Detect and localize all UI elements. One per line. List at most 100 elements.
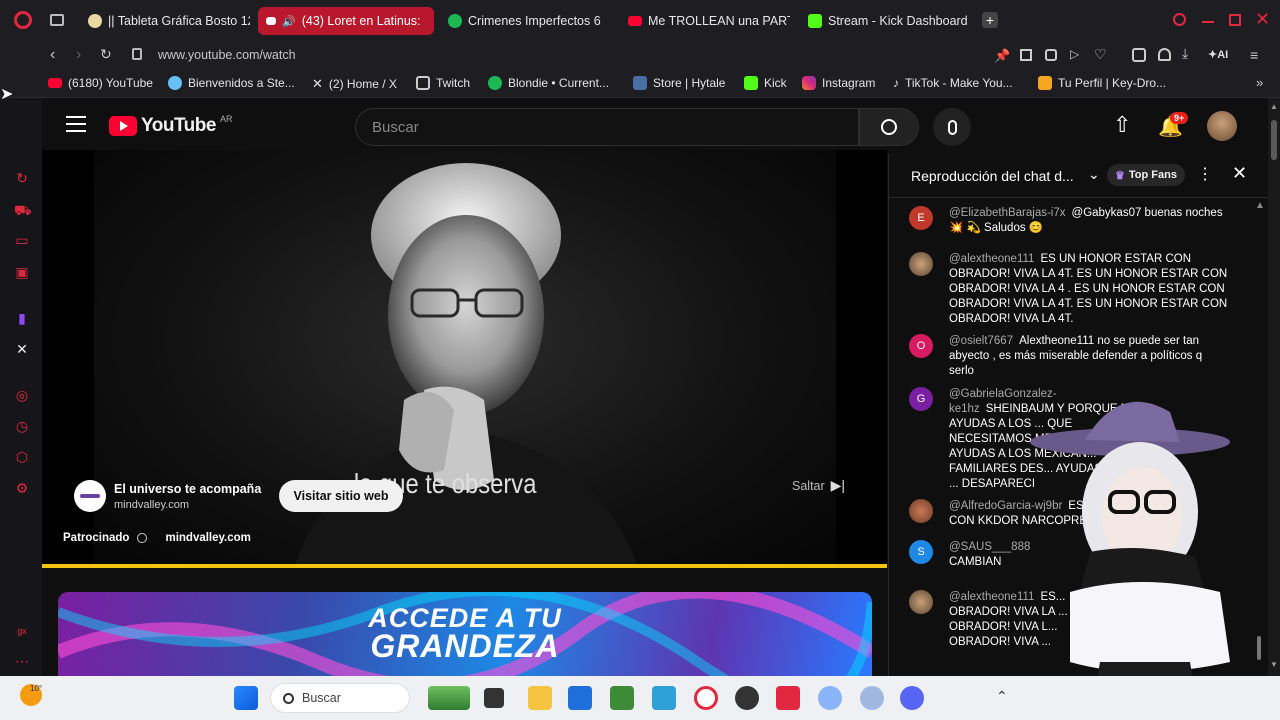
- bookmark-steam[interactable]: Bienvenidos a Ste...: [168, 76, 295, 90]
- chat-author[interactable]: @alextheone111: [949, 253, 1034, 265]
- tv-icon[interactable]: ▭: [14, 232, 30, 248]
- workspaces-icon[interactable]: [50, 14, 64, 26]
- bookmark-keydrop[interactable]: Tu Perfil | Key-Dro...: [1038, 76, 1166, 90]
- avatar[interactable]: S: [909, 540, 933, 564]
- url-field[interactable]: www.youtube.com/watch: [158, 48, 296, 62]
- top-fans-badge[interactable]: ♛ Top Fans: [1107, 164, 1185, 186]
- chevron-down-icon[interactable]: ⌄: [1088, 166, 1100, 183]
- search-tabs-icon[interactable]: [1173, 13, 1186, 26]
- chat-scroll-up-icon[interactable]: ▲: [1255, 200, 1265, 211]
- avatar[interactable]: [909, 590, 933, 614]
- bookmark-kick[interactable]: Kick: [744, 76, 787, 90]
- app-icon[interactable]: [860, 686, 884, 710]
- refresh-icon[interactable]: ↻: [14, 170, 30, 186]
- avatar[interactable]: [909, 252, 933, 276]
- pin-icon[interactable]: 📌: [994, 48, 1010, 64]
- visit-site-button[interactable]: Visitar sitio web: [279, 480, 403, 512]
- play-icon[interactable]: ◎: [14, 387, 30, 403]
- video-player[interactable]: ...la que te observa El universo te acom…: [42, 150, 887, 568]
- adblock-icon[interactable]: [1045, 49, 1057, 61]
- tiktok-app-icon[interactable]: [776, 686, 800, 710]
- chat-author[interactable]: @ElizabethBarajas-i7x: [949, 207, 1066, 219]
- info-icon[interactable]: [137, 533, 148, 543]
- close-chat-icon[interactable]: ✕: [1232, 163, 1247, 184]
- notifications-button[interactable]: 🔔 9+: [1158, 112, 1189, 139]
- avatar[interactable]: [909, 499, 933, 523]
- photos-icon[interactable]: [652, 686, 676, 710]
- back-icon[interactable]: ‹: [50, 46, 55, 64]
- windows-start-icon[interactable]: [234, 686, 258, 710]
- search-input[interactable]: Buscar: [355, 108, 859, 146]
- tab-crimenes[interactable]: Crimenes Imperfectos 6: [440, 7, 610, 35]
- bookmark-instagram[interactable]: Instagram: [802, 76, 875, 90]
- reload-icon[interactable]: ↻: [100, 46, 112, 63]
- opera-logo-icon[interactable]: [14, 11, 32, 29]
- skip-ad-button[interactable]: Saltar ▶|: [792, 477, 845, 494]
- opera-gx-icon[interactable]: [694, 686, 718, 710]
- heart-icon[interactable]: ♡: [1094, 46, 1107, 63]
- bookmark-blondie[interactable]: Blondie • Current...: [488, 76, 609, 90]
- easy-setup-icon[interactable]: ≡: [1250, 47, 1258, 63]
- bookmark-tiktok[interactable]: ♪ TikTok - Make You...: [893, 76, 1013, 90]
- voice-search-button[interactable]: [933, 108, 971, 146]
- extensions-icon[interactable]: [1132, 48, 1146, 62]
- chat-author[interactable]: @SAUS___888: [949, 541, 1030, 553]
- scroll-up-icon[interactable]: ▲: [1270, 102, 1278, 111]
- avatar[interactable]: E: [909, 206, 933, 230]
- x-icon[interactable]: ✕: [14, 341, 30, 357]
- more-icon[interactable]: ⋯: [14, 653, 30, 669]
- account-avatar[interactable]: [1207, 111, 1237, 141]
- tab-loret-latinus[interactable]: 🔊 (43) Loret en Latinus:: [258, 7, 434, 35]
- bookmark-twitch[interactable]: Twitch: [416, 76, 470, 90]
- task-view-icon[interactable]: [484, 688, 504, 708]
- chat-author[interactable]: @alextheone111: [949, 591, 1034, 603]
- snapshot-icon[interactable]: [1020, 49, 1032, 61]
- close-window-icon[interactable]: ✕: [1255, 9, 1270, 30]
- bookmark-youtube[interactable]: (6180) YouTube: [48, 76, 153, 90]
- sponsored-domain[interactable]: mindvalley.com: [165, 532, 250, 544]
- aria-ai-button[interactable]: ✦AI: [1208, 48, 1228, 61]
- weather-widget[interactable]: 10°: [20, 684, 42, 711]
- play-icon[interactable]: ▷: [1070, 47, 1079, 61]
- shopping-icon[interactable]: ⛟: [14, 202, 32, 218]
- avatar[interactable]: G: [909, 387, 933, 411]
- chevron-up-icon[interactable]: ⌃: [996, 688, 1008, 705]
- history-icon[interactable]: ◷: [14, 418, 30, 434]
- taskbar-search[interactable]: Buscar: [270, 683, 410, 713]
- media-icon[interactable]: ▣: [14, 264, 30, 280]
- menu-icon[interactable]: [66, 116, 86, 132]
- search-button[interactable]: [859, 108, 919, 146]
- app-icon[interactable]: [818, 686, 842, 710]
- new-tab-button[interactable]: +: [982, 12, 998, 28]
- forward-icon[interactable]: ›: [76, 46, 81, 64]
- maximize-icon[interactable]: [1229, 14, 1241, 26]
- minimize-icon[interactable]: [1202, 21, 1214, 23]
- store-icon[interactable]: [568, 686, 592, 710]
- tab-trollean[interactable]: Me TROLLEAN una PARTI: [620, 7, 790, 35]
- upload-icon[interactable]: ⇧: [1113, 112, 1131, 138]
- news-widget-icon[interactable]: [428, 686, 470, 710]
- minecraft-icon[interactable]: [610, 686, 634, 710]
- tab-kick-dashboard[interactable]: Stream - Kick Dashboard: [800, 7, 972, 35]
- extensions-icon[interactable]: ⬡: [14, 449, 30, 465]
- file-explorer-icon[interactable]: [528, 686, 552, 710]
- youtube-logo[interactable]: YouTube AR: [109, 114, 232, 137]
- chat-title[interactable]: Reproducción del chat d...: [911, 168, 1074, 184]
- scrollbar-thumb[interactable]: [1271, 120, 1277, 160]
- twitch-icon[interactable]: ▮: [14, 310, 30, 326]
- tab-tableta[interactable]: || Tableta Gráfica Bosto 12: [80, 7, 250, 35]
- obs-icon[interactable]: [735, 686, 759, 710]
- scroll-down-icon[interactable]: ▼: [1270, 660, 1278, 669]
- download-icon[interactable]: ⤓: [1182, 45, 1188, 62]
- wallet-icon[interactable]: [1158, 48, 1171, 61]
- bookmark-hytale[interactable]: Store | Hytale: [633, 76, 725, 90]
- gx-icon[interactable]: gx: [14, 623, 30, 639]
- settings-icon[interactable]: ⚙: [14, 480, 30, 496]
- avatar[interactable]: O: [909, 334, 933, 358]
- ad-progress-bar[interactable]: [42, 564, 887, 568]
- ad-info[interactable]: El universo te acompaña mindvalley.com: [74, 480, 261, 512]
- chat-author[interactable]: @osielt7667: [949, 335, 1013, 347]
- companion-banner-ad[interactable]: ACCEDE A TU GRANDEZA: [58, 592, 872, 676]
- bookmark-x[interactable]: ✕ (2) Home / X: [312, 76, 397, 92]
- more-bookmarks-icon[interactable]: »: [1256, 75, 1263, 90]
